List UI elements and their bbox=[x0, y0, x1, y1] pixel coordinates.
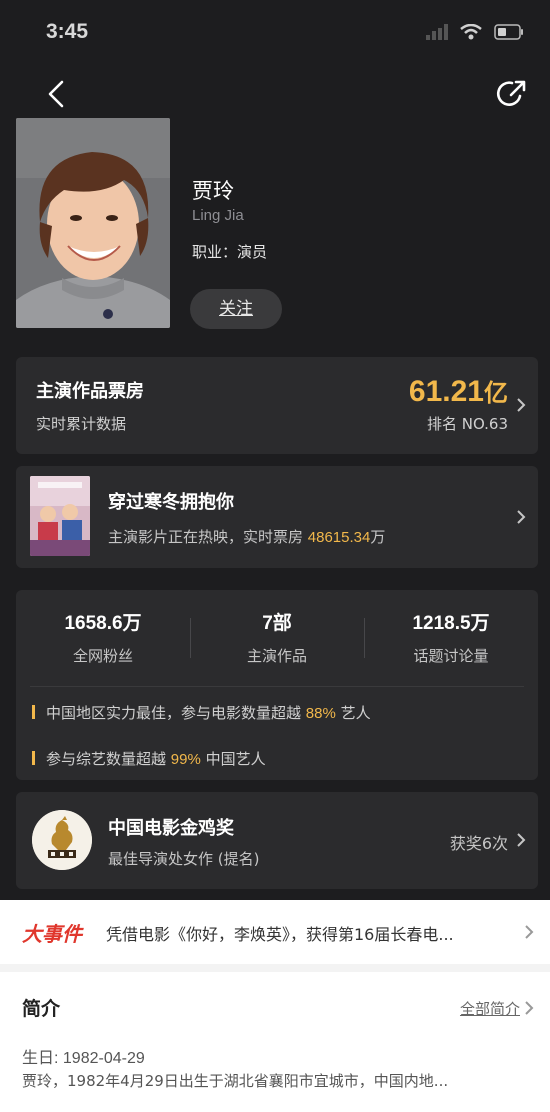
golden-rooster-logo bbox=[32, 810, 92, 870]
back-arrow-icon bbox=[48, 80, 64, 108]
fact-text: 中国地区实力最佳，参与电影数量超越 bbox=[46, 704, 306, 722]
intro-title: 简介 bbox=[22, 998, 61, 1020]
events-text: 凭借电影《你好，李焕英》，获得第16届长春电... bbox=[106, 925, 454, 944]
status-bar: 3:45 bbox=[0, 0, 550, 60]
film-subtitle: 主演影片正在热映，实时票房 48615.34万 bbox=[108, 526, 385, 547]
actor-name: 贾玲 bbox=[192, 179, 234, 203]
chevron-right-icon bbox=[517, 510, 526, 524]
follow-button[interactable]: 关注 bbox=[190, 289, 282, 329]
stat-discussion-label: 话题讨论量 bbox=[413, 647, 489, 665]
stat-discussion-value: 1218.5万 bbox=[412, 613, 490, 634]
fact-suffix: 艺人 bbox=[335, 704, 371, 722]
now-showing-card[interactable]: 穿过寒冬拥抱你 主演影片正在热映，实时票房 48615.34万 bbox=[16, 466, 538, 568]
stat-works-label: 主演作品 bbox=[246, 647, 307, 665]
fact-film-count: 中国地区实力最佳，参与电影数量超越 88% 艺人 bbox=[32, 702, 371, 723]
chevron-right-icon bbox=[517, 398, 526, 412]
fact-highlight: 99% bbox=[170, 751, 201, 768]
stat-discussion: 1218.5万 话题讨论量 bbox=[366, 608, 536, 666]
film-gross: 48615.34 bbox=[307, 529, 371, 546]
award-subtitle: 最佳导演处女作 (提名) bbox=[108, 850, 260, 868]
back-button[interactable] bbox=[40, 76, 76, 112]
film-poster-image bbox=[30, 476, 90, 556]
chevron-right-icon bbox=[525, 925, 534, 939]
major-events-bar[interactable]: 大事件 凭借电影《你好，李焕英》，获得第16届长春电... bbox=[0, 900, 550, 964]
award-card[interactable]: 中国电影金鸡奖 最佳导演处女作 (提名) 获奖6次 bbox=[16, 792, 538, 889]
box-office-subtitle: 实时累计数据 bbox=[36, 415, 127, 433]
fact-variety-count: 参与综艺数量超越 99% 中国艺人 bbox=[32, 748, 266, 769]
avatar-portrait bbox=[16, 118, 170, 328]
rooster-icon bbox=[32, 810, 92, 870]
stat-divider bbox=[364, 618, 365, 658]
battery-icon bbox=[494, 24, 523, 40]
box-office-card[interactable]: 主演作品票房 实时累计数据 61.21亿 排名 NO.63 bbox=[16, 357, 538, 454]
chevron-right-icon bbox=[517, 833, 526, 847]
stat-fans-value: 1658.6万 bbox=[64, 613, 142, 634]
events-tag: 大事件 bbox=[22, 922, 82, 946]
intro-more-link[interactable]: 全部简介 bbox=[460, 998, 520, 1019]
wifi-icon bbox=[460, 24, 482, 40]
fact-text: 参与综艺数量超越 bbox=[46, 750, 171, 768]
award-title: 中国电影金鸡奖 bbox=[108, 818, 234, 839]
box-office-amount: 61.21亿 bbox=[409, 373, 508, 409]
box-office-amount-value: 61.21 bbox=[408, 375, 484, 408]
share-button[interactable] bbox=[494, 76, 530, 112]
box-office-rank: 排名 NO.63 bbox=[426, 415, 508, 433]
chevron-right-icon bbox=[525, 1001, 534, 1015]
fact-suffix: 中国艺人 bbox=[200, 750, 266, 768]
box-office-amount-unit: 亿 bbox=[484, 380, 508, 407]
stat-fans: 1658.6万 全网粉丝 bbox=[18, 608, 188, 666]
intro-birthday: 生日: 1982-04-29 bbox=[22, 1050, 145, 1067]
film-subtitle-text: 主演影片正在热映，实时票房 bbox=[108, 528, 308, 546]
film-poster bbox=[30, 476, 90, 556]
status-icons bbox=[426, 24, 524, 40]
avatar bbox=[16, 118, 170, 328]
stat-works: 7部 主演作品 bbox=[192, 608, 362, 666]
share-icon bbox=[496, 80, 526, 106]
film-gross-unit: 万 bbox=[370, 528, 386, 546]
actor-occupation: 职业：演员 bbox=[192, 243, 268, 261]
actor-english-name: Ling Jia bbox=[192, 207, 244, 224]
fact-highlight: 88% bbox=[305, 705, 336, 722]
stat-divider bbox=[190, 618, 191, 658]
intro-section: 简介 全部简介 生日: 1982-04-29 贾玲，1982年4月29日出生于湖… bbox=[0, 972, 550, 1112]
status-time: 3:45 bbox=[46, 20, 89, 43]
stat-works-value: 7部 bbox=[262, 613, 292, 634]
box-office-title: 主演作品票房 bbox=[36, 381, 144, 402]
stats-card: 1658.6万 全网粉丝 7部 主演作品 1218.5万 话题讨论量 中国地区实… bbox=[16, 590, 538, 780]
stat-fans-label: 全网粉丝 bbox=[72, 647, 133, 665]
stats-divider-line bbox=[30, 686, 524, 687]
award-count: 获奖6次 bbox=[449, 834, 508, 853]
film-title: 穿过寒冬拥抱你 bbox=[108, 492, 234, 513]
signal-icon bbox=[426, 24, 448, 40]
section-gap bbox=[0, 964, 550, 972]
intro-description: 贾玲，1982年4月29日出生于湖北省襄阳市宜城市，中国内地... bbox=[22, 1072, 449, 1090]
